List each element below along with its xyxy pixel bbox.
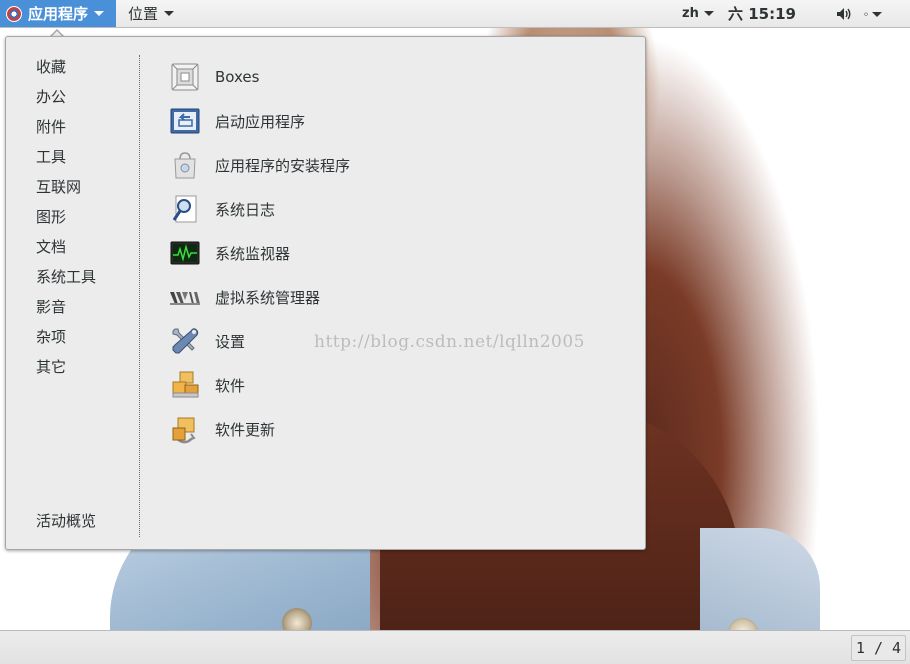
app-label: 应用程序的安装程序 xyxy=(215,156,351,175)
application-list: Boxes 启动应用程序 应用程序的安装程序 系统日志 系统监视器 虚拟系统管理… xyxy=(169,55,629,451)
chevron-down-icon xyxy=(94,11,105,16)
app-label: 系统日志 xyxy=(215,200,276,219)
software-icon xyxy=(169,369,201,401)
system-monitor-icon xyxy=(169,237,201,269)
app-label: 软件更新 xyxy=(215,420,276,439)
chevron-down-icon xyxy=(872,11,882,17)
category-item[interactable]: 工具 xyxy=(36,145,136,175)
applications-menu-popup: 收藏 办公 附件 工具 互联网 图形 文档 系统工具 影音 杂项 其它 活动概览 xyxy=(5,36,646,550)
app-item-virt-manager[interactable]: 虚拟系统管理器 xyxy=(169,275,629,319)
applications-menu-button[interactable]: 应用程序 xyxy=(0,0,116,27)
app-item-startup-applications[interactable]: 启动应用程序 xyxy=(169,99,629,143)
menu-divider xyxy=(139,55,140,537)
app-item-system-log[interactable]: 系统日志 xyxy=(169,187,629,231)
category-item[interactable]: 系统工具 xyxy=(36,265,136,295)
startup-applications-icon xyxy=(169,105,201,137)
applications-menu-label: 应用程序 xyxy=(28,5,89,23)
system-log-icon xyxy=(169,193,201,225)
virt-manager-icon xyxy=(169,281,201,313)
clock[interactable]: 六 15:19 xyxy=(728,0,796,27)
boxes-icon xyxy=(169,61,201,93)
category-item[interactable]: 影音 xyxy=(36,295,136,325)
app-item-software[interactable]: 软件 xyxy=(169,363,629,407)
app-label: 设置 xyxy=(215,332,246,351)
category-item[interactable]: 办公 xyxy=(36,85,136,115)
app-item-application-installer[interactable]: 应用程序的安装程序 xyxy=(169,143,629,187)
app-label: 虚拟系统管理器 xyxy=(215,288,321,307)
applications-logo-icon xyxy=(6,5,22,22)
app-item-system-monitor[interactable]: 系统监视器 xyxy=(169,231,629,275)
wallpaper-necklace xyxy=(282,608,312,630)
app-item-software-update[interactable]: 软件更新 xyxy=(169,407,629,451)
category-item[interactable]: 附件 xyxy=(36,115,136,145)
places-menu-button[interactable]: 位置 xyxy=(128,0,175,27)
app-label: 系统监视器 xyxy=(215,244,291,263)
category-item[interactable]: 杂项 xyxy=(36,325,136,355)
app-label: 软件 xyxy=(215,376,246,395)
category-item[interactable]: 收藏 xyxy=(36,55,136,85)
settings-icon xyxy=(169,325,201,357)
chevron-down-icon xyxy=(703,11,714,16)
app-label: Boxes xyxy=(215,68,260,86)
places-menu-label: 位置 xyxy=(128,5,159,23)
watermark-text: http://blog.csdn.net/lqlln2005 xyxy=(314,332,585,352)
top-bar: 应用程序 位置 zh 六 15:19 xyxy=(0,0,910,28)
workspace-indicator[interactable]: 1 / 4 xyxy=(851,635,906,661)
category-item[interactable]: 互联网 xyxy=(36,175,136,205)
category-item[interactable]: 图形 xyxy=(36,205,136,235)
input-language-button[interactable]: zh xyxy=(682,0,714,27)
app-item-boxes[interactable]: Boxes xyxy=(169,55,629,99)
category-item[interactable]: 文档 xyxy=(36,235,136,265)
category-list: 收藏 办公 附件 工具 互联网 图形 文档 系统工具 影音 杂项 其它 xyxy=(36,55,136,385)
wallpaper-shirt-right xyxy=(700,528,820,630)
power-icon xyxy=(864,12,868,16)
volume-icon[interactable] xyxy=(836,6,852,22)
software-update-icon xyxy=(169,413,201,445)
system-menu-button[interactable] xyxy=(864,5,882,23)
bottom-bar: 1 / 4 xyxy=(0,630,910,664)
chevron-down-icon xyxy=(164,11,175,16)
app-label: 启动应用程序 xyxy=(215,112,306,131)
application-installer-icon xyxy=(169,149,201,181)
activities-overview-link[interactable]: 活动概览 xyxy=(36,509,96,533)
input-language-label: zh xyxy=(682,6,699,21)
category-item[interactable]: 其它 xyxy=(36,355,136,385)
